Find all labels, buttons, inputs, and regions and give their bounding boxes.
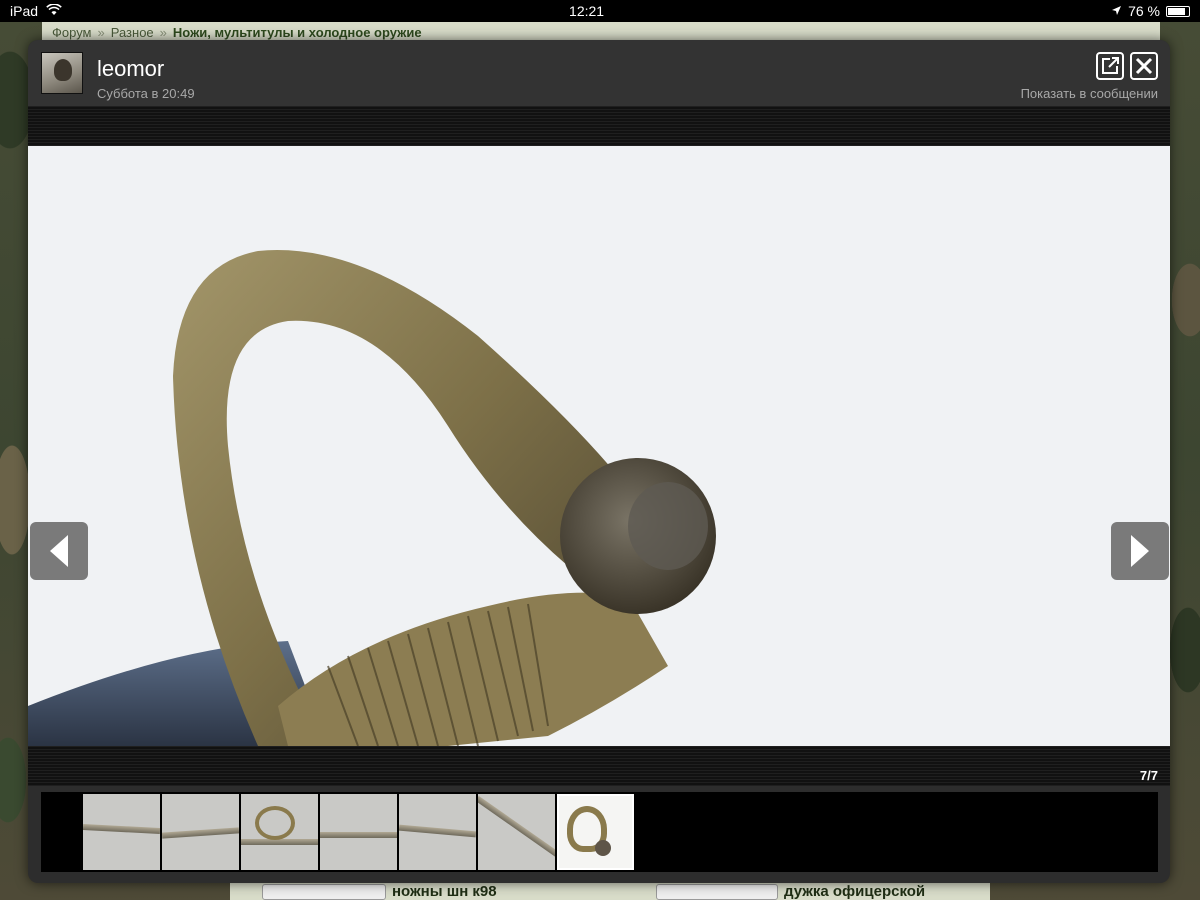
bottom-stripe: 7/7 (28, 746, 1170, 786)
breadcrumb-separator: » (159, 24, 167, 40)
thumbnail[interactable] (162, 794, 239, 870)
thumbnail[interactable] (320, 794, 397, 870)
thumbnail[interactable] (241, 794, 318, 870)
location-icon (1111, 3, 1122, 19)
avatar[interactable] (41, 52, 83, 94)
status-bar: iPad 12:21 76 % (0, 0, 1200, 22)
breadcrumb-separator: » (97, 24, 105, 40)
thumbnail-active[interactable] (557, 794, 634, 870)
topic-thumbnail (656, 884, 778, 900)
wifi-icon (46, 3, 62, 19)
top-stripe (28, 106, 1170, 146)
main-photo (28, 146, 1170, 746)
thumbnail-strip (41, 792, 1158, 872)
device-label: iPad (10, 3, 39, 19)
lightbox-header: leomor Суббота в 20:49 Показать в сообще… (28, 40, 1170, 106)
thumbnail[interactable] (478, 794, 555, 870)
topic-thumbnail (262, 884, 386, 900)
breadcrumb-item-knives[interactable]: Ножи, мультитулы и холодное оружие (173, 25, 422, 40)
external-link-icon[interactable] (1096, 52, 1124, 80)
topic-link-left[interactable]: ножны шн к98 (392, 883, 497, 900)
breadcrumb: Форум » Разное » Ножи, мультитулы и холо… (42, 22, 1160, 42)
show-in-post-link[interactable]: Показать в сообщении (1021, 86, 1158, 101)
status-time: 12:21 (569, 3, 605, 19)
breadcrumb-item-misc[interactable]: Разное (111, 25, 154, 40)
battery-percent: 76 % (1128, 3, 1160, 19)
arrow-left-icon[interactable] (30, 522, 88, 580)
breadcrumb-item-forum[interactable]: Форум (52, 25, 92, 40)
thumbnail[interactable] (399, 794, 476, 870)
thumbnail[interactable] (83, 794, 160, 870)
username[interactable]: leomor (97, 56, 164, 82)
image-counter: 7/7 (1139, 768, 1158, 783)
sword-hilt-photo (28, 146, 1170, 746)
image-lightbox: leomor Суббота в 20:49 Показать в сообще… (28, 40, 1170, 883)
battery-icon (1166, 5, 1190, 17)
arrow-right-icon[interactable] (1111, 522, 1169, 580)
topic-link-right[interactable]: дужка офицерской (784, 883, 925, 900)
post-date: Суббота в 20:49 (97, 86, 195, 101)
close-icon[interactable] (1130, 52, 1158, 80)
